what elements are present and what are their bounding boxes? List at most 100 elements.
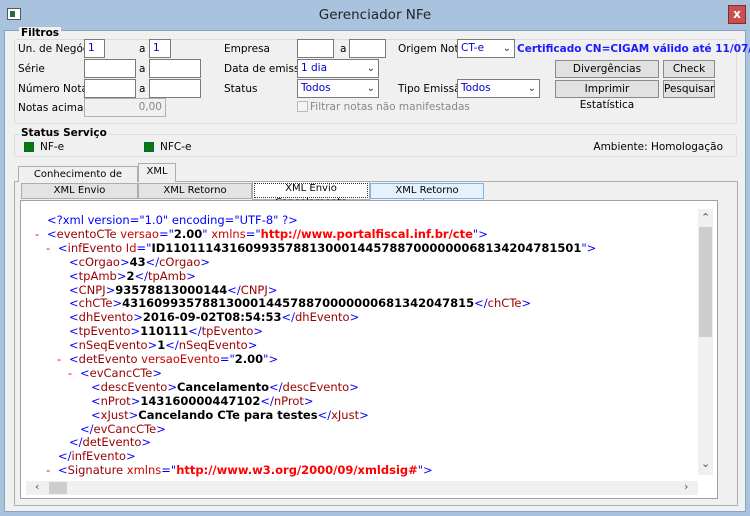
xml-token: < — [80, 365, 90, 380]
xml-token: dhEvento — [295, 310, 350, 325]
xml-line: <xJust>Cancelando CTe para testes</xJust… — [91, 408, 369, 422]
tab-xml-envio-cancelamento[interactable]: XML Envio Cancelamento — [252, 181, 370, 208]
scroll-left-icon[interactable]: ‹ — [35, 480, 39, 493]
xml-token: > — [253, 324, 264, 339]
tab-xml-retorno-cancelamento[interactable]: XML Retorno Cancelamento — [370, 183, 484, 210]
chevron-down-icon: ⌄ — [366, 63, 375, 74]
serie-to-input[interactable] — [149, 59, 201, 78]
horizontal-scrollbar[interactable] — [26, 481, 698, 495]
xml-token: < — [69, 324, 79, 339]
origem-nota-label: Origem Nota — [398, 43, 466, 55]
collapse-toggle[interactable]: - — [68, 366, 72, 380]
xml-token: > — [167, 379, 177, 394]
xml-token: </ — [269, 379, 283, 394]
collapse-toggle[interactable]: - — [57, 477, 61, 479]
xml-token: </ — [145, 254, 160, 269]
xml-token: "> — [581, 240, 597, 255]
xml-line: <SignedInfo> — [69, 477, 150, 479]
scroll-down-icon[interactable]: ⌄ — [701, 457, 710, 470]
xml-token: > — [105, 282, 116, 297]
tab-xml-retorno[interactable]: XML Retorno — [138, 183, 252, 199]
xml-token: > — [140, 477, 150, 479]
chevron-down-icon: ⌄ — [366, 83, 375, 94]
xml-line: <infEvento Id="ID11011143160993578813000… — [58, 241, 596, 255]
collapse-toggle[interactable]: - — [46, 241, 50, 255]
xml-token: 2.00 — [234, 352, 264, 366]
xml-token: xJust — [100, 407, 129, 422]
tipo-emissao-select[interactable]: Todos ⌄ — [457, 79, 540, 98]
data-emissao-value: 1 dia — [301, 62, 328, 74]
tab-conhecimento-transporte[interactable]: Conhecimento de Transporte — [18, 166, 138, 195]
collapse-toggle[interactable]: - — [57, 352, 61, 366]
vertical-scroll-thumb[interactable] — [699, 227, 712, 337]
pesquisar-button[interactable]: Pesquisar — [663, 80, 715, 98]
un-negocio-from-input[interactable]: 1 — [84, 39, 105, 58]
xml-line: <chCTe>431609935788130001445788700000006… — [69, 296, 531, 310]
notas-acima-input[interactable]: 0,00 — [84, 98, 166, 117]
tab-xml-envio[interactable]: XML Envio — [21, 183, 138, 199]
nfce-label: NFC-e — [160, 141, 192, 153]
status-select[interactable]: Todos ⌄ — [297, 79, 379, 98]
status-servico-title: Status Serviço — [19, 127, 109, 139]
xml-token: < — [91, 407, 101, 422]
numero-nota-from-input[interactable] — [84, 79, 136, 98]
title-bar: Gerenciador NFe x — [0, 0, 750, 30]
serie-from-input[interactable] — [84, 59, 136, 78]
xml-token: nSeqEvento — [178, 338, 248, 353]
numero-nota-to-label: a — [139, 83, 146, 95]
origem-nota-select[interactable]: CT-e ⌄ — [457, 39, 515, 58]
xml-viewer[interactable]: <?xml version="1.0" encoding="UTF-8" ?> -… — [20, 200, 718, 499]
xml-token: < — [91, 379, 101, 394]
xml-token: < — [91, 393, 101, 408]
tab-xml[interactable]: XML — [138, 163, 176, 182]
scroll-right-icon[interactable]: › — [684, 480, 688, 493]
filtrar-checkbox[interactable] — [297, 101, 308, 112]
data-emissao-select[interactable]: 1 dia ⌄ — [297, 59, 379, 78]
xml-token: =" — [158, 226, 174, 241]
xml-token: nProt — [273, 393, 304, 408]
xml-line: <nProt>143160000447102</nProt> — [91, 394, 314, 408]
xml-token: < — [58, 240, 68, 255]
xml-token: </ — [188, 324, 202, 339]
collapse-toggle[interactable]: - — [35, 227, 39, 241]
empresa-from-input[interactable] — [297, 39, 334, 58]
numero-nota-to-input[interactable] — [149, 79, 201, 98]
xml-token: 2.00 — [173, 226, 203, 241]
empresa-to-input[interactable] — [349, 39, 386, 58]
xml-token: descEvento — [282, 379, 350, 394]
xml-line: </infEvento> — [58, 449, 136, 463]
xml-content: <?xml version="1.0" encoding="UTF-8" ?> -… — [26, 209, 696, 479]
divergencias-button[interactable]: Divergências — [555, 60, 659, 78]
xml-token: 4316099357881300014457887000000068134204… — [122, 296, 475, 311]
xml-line: </detEvento> — [69, 435, 151, 449]
un-negocio-to-label: a — [139, 43, 146, 55]
xml-token: ID11011143160993578813000144578870000000… — [151, 240, 582, 255]
xml-line: </evCancCTe> — [80, 422, 166, 436]
xml-token: > — [119, 254, 130, 269]
un-negocio-to-input[interactable]: 1 — [149, 39, 171, 58]
horizontal-scroll-thumb[interactable] — [49, 482, 67, 494]
xml-token: > — [359, 407, 369, 422]
xml-token: evCancCTe — [89, 365, 153, 380]
xml-token: Cancelamento — [176, 379, 270, 394]
xml-line: <evCancCTe> — [80, 366, 162, 380]
close-button[interactable]: x — [728, 5, 746, 24]
xml-line: <dhEvento>2016-09-02T08:54:53</dhEvento> — [69, 310, 359, 324]
xml-token: CNPJ — [78, 282, 106, 297]
xml-token: > — [303, 393, 314, 408]
xml-token: 110111 — [140, 324, 189, 339]
xml-token: < — [47, 226, 57, 241]
nfce-status-indicator — [144, 142, 154, 152]
xml-token: < — [69, 310, 79, 325]
xml-token: Id — [122, 240, 137, 255]
xml-token: 43 — [129, 254, 146, 269]
xml-token: > — [186, 268, 196, 283]
xml-token: "> — [417, 463, 433, 478]
xml-token: </ — [69, 435, 83, 450]
xml-token: detEvento — [82, 435, 142, 450]
check-list-button[interactable]: Check List — [663, 60, 715, 91]
scroll-up-icon[interactable]: ⌃ — [701, 211, 710, 224]
xml-token: http://www.portalfiscal.inf.br/cte — [260, 226, 473, 241]
imprimir-estatistica-button[interactable]: Imprimir Estatística — [555, 80, 659, 111]
collapse-toggle[interactable]: - — [46, 463, 50, 477]
